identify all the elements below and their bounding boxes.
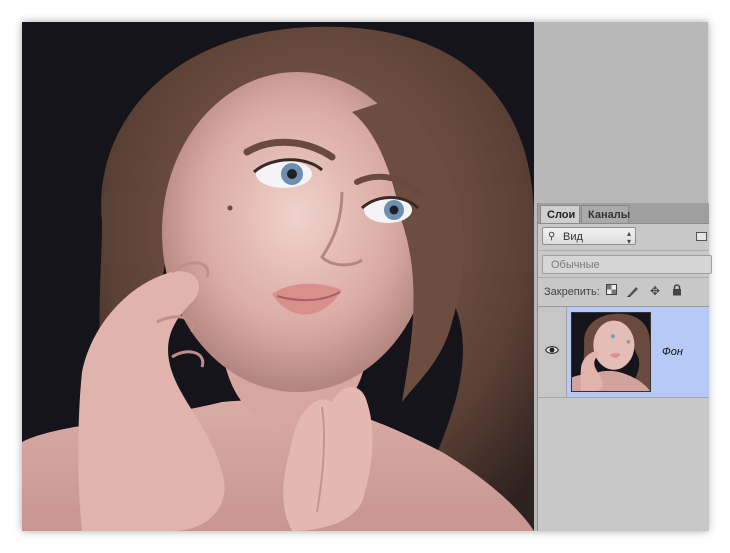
tab-channels[interactable]: Каналы — [581, 205, 630, 223]
panel-tab-bar: Слои Каналы — [538, 203, 709, 224]
lock-all-icon[interactable] — [670, 284, 684, 298]
search-icon: ⚲ — [548, 231, 556, 242]
blend-mode-row: Обычные — [538, 251, 712, 278]
eye-icon — [545, 346, 559, 354]
lock-image-pixels-icon[interactable] — [626, 284, 640, 298]
layer-filter-row: ⚲ Вид ▴ ▾ — [538, 224, 709, 251]
visibility-toggle[interactable] — [538, 307, 567, 397]
lock-label: Закрепить: — [544, 286, 600, 298]
layer-filter-label: Вид — [563, 231, 583, 243]
lock-row: Закрепить: ✥ — [538, 278, 709, 307]
layer-filter-dropdown[interactable]: ⚲ Вид ▴ ▾ — [542, 227, 636, 246]
layer-name: Фон — [662, 346, 683, 358]
image-filter-icon[interactable] — [696, 232, 707, 241]
up-down-arrows-icon: ▴ ▾ — [626, 229, 631, 246]
lock-position-icon[interactable]: ✥ — [648, 284, 662, 298]
layer-thumbnail — [571, 312, 651, 392]
blend-mode-dropdown[interactable]: Обычные — [542, 255, 712, 274]
layer-row[interactable]: Фон — [538, 307, 709, 398]
portrait-photo — [22, 22, 534, 531]
document-canvas[interactable] — [22, 22, 534, 531]
lock-transparent-pixels-icon[interactable] — [604, 284, 618, 298]
layers-panel: Слои Каналы ⚲ Вид ▴ ▾ Обычные Закрепить: … — [537, 203, 712, 531]
tab-layers[interactable]: Слои — [540, 205, 580, 223]
